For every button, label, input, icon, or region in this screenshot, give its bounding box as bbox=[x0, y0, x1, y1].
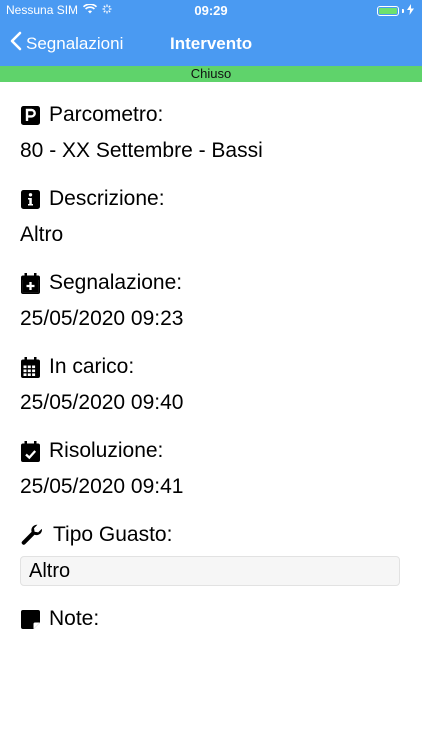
in-carico-label: In carico: bbox=[49, 355, 135, 378]
field-tipo-guasto: Tipo Guasto: Altro bbox=[20, 520, 402, 586]
tipo-guasto-label: Tipo Guasto: bbox=[53, 523, 173, 546]
status-banner: Chiuso bbox=[0, 66, 422, 82]
navigation-bar: Segnalazioni Intervento bbox=[0, 21, 422, 66]
status-right bbox=[377, 4, 414, 18]
field-descrizione: Descrizione: Altro bbox=[20, 184, 402, 250]
field-parcometro: Parcometro: 80 - XX Settembre - Bassi bbox=[20, 100, 402, 166]
detail-content: Parcometro: 80 - XX Settembre - Bassi De… bbox=[20, 100, 402, 652]
in-carico-value: 25/05/2020 09:40 bbox=[20, 391, 184, 414]
battery-icon bbox=[377, 6, 399, 16]
back-label: Segnalazioni bbox=[26, 33, 124, 53]
tipo-guasto-field[interactable]: Altro bbox=[20, 556, 400, 586]
field-segnalazione: Segnalazione: 25/05/2020 09:23 bbox=[20, 268, 402, 334]
segnalazione-label: Segnalazione: bbox=[49, 271, 183, 294]
risoluzione-value: 25/05/2020 09:41 bbox=[20, 475, 184, 498]
calendar-plus-icon bbox=[20, 272, 40, 294]
note-icon bbox=[20, 609, 40, 629]
field-risoluzione: Risoluzione: 25/05/2020 09:41 bbox=[20, 436, 402, 502]
page-title: Intervento bbox=[170, 34, 253, 53]
charging-icon bbox=[407, 4, 414, 18]
battery-cap bbox=[402, 9, 404, 13]
field-in-carico: In carico: 25/05/2020 09:40 bbox=[20, 352, 402, 418]
parcometro-value: 80 - XX Settembre - Bassi bbox=[20, 139, 263, 162]
risoluzione-label: Risoluzione: bbox=[49, 439, 164, 462]
parcometro-label: Parcometro: bbox=[49, 103, 164, 126]
descrizione-value: Altro bbox=[20, 223, 64, 246]
wrench-icon bbox=[20, 524, 44, 545]
note-label: Note: bbox=[49, 607, 100, 630]
field-note: Note: bbox=[20, 604, 402, 634]
descrizione-label: Descrizione: bbox=[49, 187, 165, 210]
status-bar: Nessuna SIM 09:29 bbox=[0, 0, 422, 21]
chevron-left-icon bbox=[10, 31, 22, 56]
status-time: 09:29 bbox=[194, 3, 228, 18]
calendar-check-icon bbox=[20, 440, 40, 462]
back-button[interactable]: Segnalazioni bbox=[10, 21, 123, 66]
segnalazione-value: 25/05/2020 09:23 bbox=[20, 307, 184, 330]
calendar-icon bbox=[20, 356, 40, 378]
parking-icon bbox=[20, 105, 40, 125]
info-icon bbox=[20, 189, 40, 209]
